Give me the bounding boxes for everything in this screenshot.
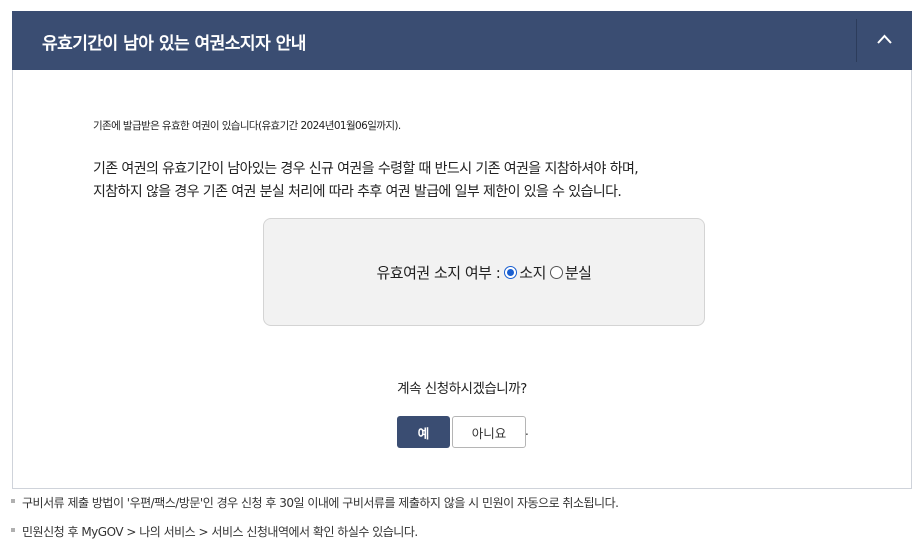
possession-label: 유효여권 소지 여부 : — [376, 264, 501, 282]
passport-possession-box: 유효여권 소지 여부 : 소지 분실 — [263, 218, 705, 326]
radio-possessed-label[interactable]: 소지 — [519, 262, 546, 283]
passport-possession-row: 유효여권 소지 여부 : 소지 분실 — [264, 262, 704, 283]
collapse-button[interactable] — [856, 19, 912, 62]
panel-header: 유효기간이 남아 있는 여권소지자 안내 — [12, 11, 912, 70]
radio-possessed[interactable] — [504, 266, 518, 279]
warning-line-1: 기존 여권의 유효기간이 남아있는 경우 신규 여권을 수령할 때 반드시 기존… — [93, 161, 639, 177]
warning-line-2: 지참하지 않을 경우 기존 여권 분실 처리에 따라 추후 여권 발급에 일부 … — [93, 184, 622, 200]
no-button[interactable]: 아니요 — [452, 416, 526, 448]
passport-holder-notice-panel: 유효기간이 남아 있는 여권소지자 안내 기존에 발급받은 유효한 여권이 있습… — [12, 11, 912, 489]
yes-button[interactable]: 예 — [397, 416, 450, 448]
square-bullet-icon — [11, 499, 15, 503]
footnote-text: 구비서류 제출 방법이 '우편/팩스/방문'인 경우 신청 후 30일 이내에 … — [22, 496, 619, 510]
footnote-item: 구비서류 제출 방법이 '우편/팩스/방문'인 경우 신청 후 30일 이내에 … — [11, 494, 619, 523]
footnotes: 구비서류 제출 방법이 '우편/팩스/방문'인 경우 신청 후 30일 이내에 … — [11, 494, 619, 552]
radio-lost-label[interactable]: 분실 — [565, 262, 592, 283]
radio-lost[interactable] — [549, 266, 563, 279]
confirm-question: 계속 신청하시겠습니까? — [397, 381, 527, 397]
chevron-up-icon — [877, 34, 892, 44]
warning-text: 기존 여권의 유효기간이 남아있는 경우 신규 여권을 수령할 때 반드시 기존… — [93, 158, 639, 204]
valid-passport-notice: 기존에 발급받은 유효한 여권이 있습니다(유효기간 2024년01월06일까지… — [93, 120, 401, 132]
square-bullet-icon — [11, 528, 15, 532]
footnote-text: 민원신청 후 MyGOV > 나의 서비스 > 서비스 신청내역에서 확인 하실… — [22, 525, 418, 539]
panel-title: 유효기간이 남아 있는 여권소지자 안내 — [42, 34, 306, 54]
trailing-period: . — [525, 424, 529, 438]
footnote-item: 민원신청 후 MyGOV > 나의 서비스 > 서비스 신청내역에서 확인 하실… — [11, 523, 618, 552]
